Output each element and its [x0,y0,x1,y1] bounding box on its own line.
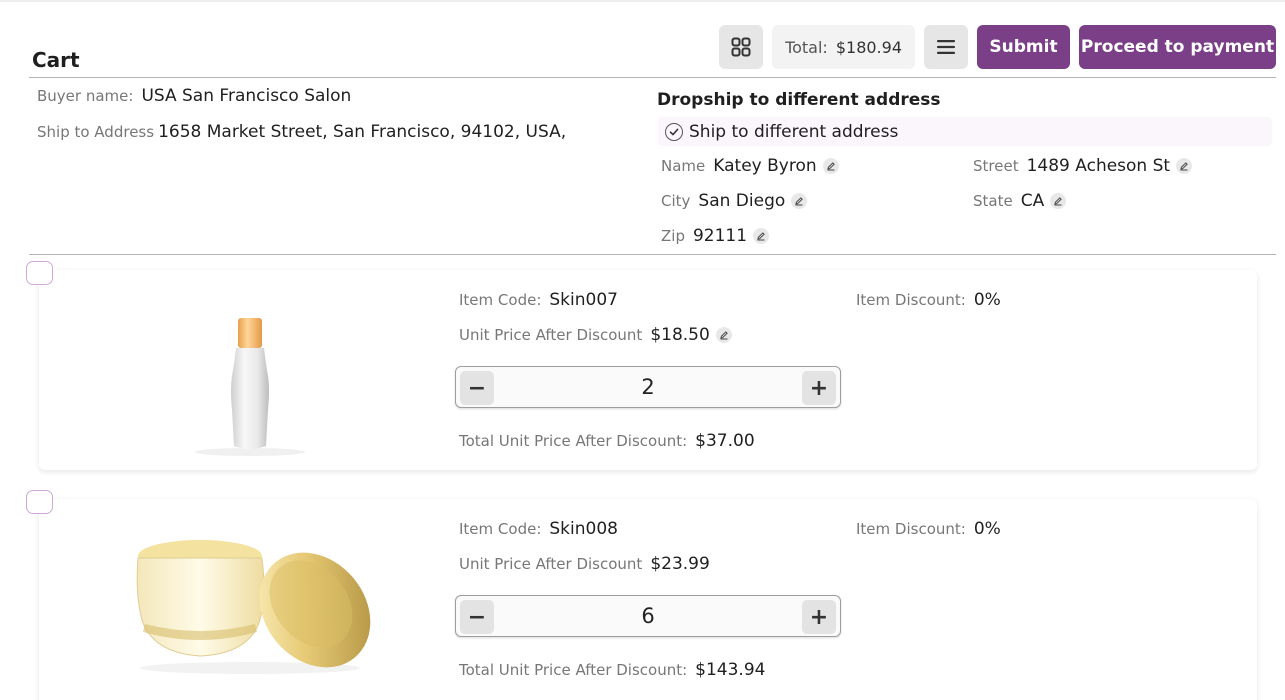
total-unit-price-field: Total Unit Price After Discount: $37.00 [459,431,755,451]
item-select-checkbox[interactable] [26,261,53,285]
total-unit-price-label: Total Unit Price After Discount: [459,432,688,450]
dropship-city-value: San Diego [698,191,786,211]
menu-button[interactable] [924,25,968,69]
item-code-field: Item Code: Skin007 [459,290,618,310]
item-discount-value: 0% [973,519,1001,539]
grid-view-button[interactable] [719,25,764,69]
total-unit-price-value: $143.94 [695,660,766,680]
edit-zip-icon[interactable] [753,228,770,244]
total-unit-price-label: Total Unit Price After Discount: [459,661,688,679]
ship-address-value: 1658 Market Street, San Francisco, 94102… [158,122,567,142]
total-unit-price-value: $37.00 [695,431,755,451]
dropship-street-value: 1489 Acheson St [1026,156,1171,176]
unit-price-field: Unit Price After Discount $18.50 [459,325,732,345]
buyer-name-field: Buyer name: USA San Francisco Salon [37,86,351,106]
top-divider [0,0,1285,2]
dropship-checkbox-label: Ship to different address [689,121,899,142]
edit-street-icon[interactable] [1176,158,1193,174]
buyer-name-label: Buyer name: [37,87,134,105]
total-label: Total: [785,37,828,57]
toolbar: Total: $180.94 Submit Proceed to payment [719,25,1276,69]
unit-price-value: $18.50 [650,325,710,345]
dropship-zip-label: Zip [661,227,685,245]
submit-button[interactable]: Submit [977,25,1070,69]
decrease-quantity-button[interactable]: − [460,600,494,634]
increase-quantity-button[interactable]: + [802,600,836,634]
unit-price-field: Unit Price After Discount $23.99 [459,554,710,574]
item-code-label: Item Code: [459,520,542,538]
dropship-state-value: CA [1020,191,1045,211]
quantity-value[interactable]: 6 [500,596,796,636]
unit-price-label: Unit Price After Discount [459,326,643,344]
item-discount-field: Item Discount: 0% [856,519,1001,539]
checkbox-checked-icon[interactable] [665,122,683,141]
dropship-city-label: City [661,192,691,210]
dropship-street-label: Street [973,157,1019,175]
quantity-stepper: − 2 + [455,366,841,408]
item-discount-label: Item Discount: [856,291,966,309]
dropship-state-label: State [973,192,1013,210]
proceed-to-payment-button[interactable]: Proceed to payment [1079,25,1276,69]
edit-price-icon[interactable] [715,327,732,343]
item-code-value: Skin008 [549,519,618,539]
cream-jar-image [125,528,380,682]
dropship-name-field: Name Katey Byron [661,156,839,176]
header-divider [29,77,1276,78]
item-code-field: Item Code: Skin008 [459,519,618,539]
unit-price-label: Unit Price After Discount [459,555,643,573]
dropship-state-field: State CA [973,191,1067,211]
quantity-value[interactable]: 2 [500,367,796,407]
edit-city-icon[interactable] [791,193,808,209]
unit-price-value: $23.99 [650,554,710,574]
cart-total: Total: $180.94 [772,25,915,69]
menu-icon [937,40,955,54]
quantity-stepper: − 6 + [455,595,841,637]
item-discount-label: Item Discount: [856,520,966,538]
dropship-zip-value: 92111 [692,226,748,246]
dropship-zip-field: Zip 92111 [661,226,770,246]
dropship-title: Dropship to different address [657,90,941,110]
serum-bottle-image [190,310,310,464]
section-divider [29,254,1276,255]
buyer-name-value: USA San Francisco Salon [141,86,352,106]
item-code-value: Skin007 [549,290,618,310]
total-unit-price-field: Total Unit Price After Discount: $143.94 [459,660,765,680]
item-discount-field: Item Discount: 0% [856,290,1001,310]
edit-name-icon[interactable] [822,158,839,174]
edit-state-icon[interactable] [1050,193,1067,209]
dropship-checkbox-row[interactable]: Ship to different address [658,117,1272,146]
dropship-city-field: City San Diego [661,191,808,211]
total-value: $180.94 [835,37,902,57]
decrease-quantity-button[interactable]: − [460,371,494,405]
page-title: Cart [32,48,80,72]
item-discount-value: 0% [973,290,1001,310]
increase-quantity-button[interactable]: + [802,371,836,405]
dropship-street-field: Street 1489 Acheson St [973,156,1193,176]
dropship-name-value: Katey Byron [713,156,817,176]
ship-address-field: Ship to Address 1658 Market Street, San … [37,122,566,142]
item-select-checkbox[interactable] [26,490,53,514]
grid-icon [731,37,751,57]
item-code-label: Item Code: [459,291,542,309]
ship-address-label: Ship to Address [37,123,155,141]
dropship-name-label: Name [661,157,706,175]
